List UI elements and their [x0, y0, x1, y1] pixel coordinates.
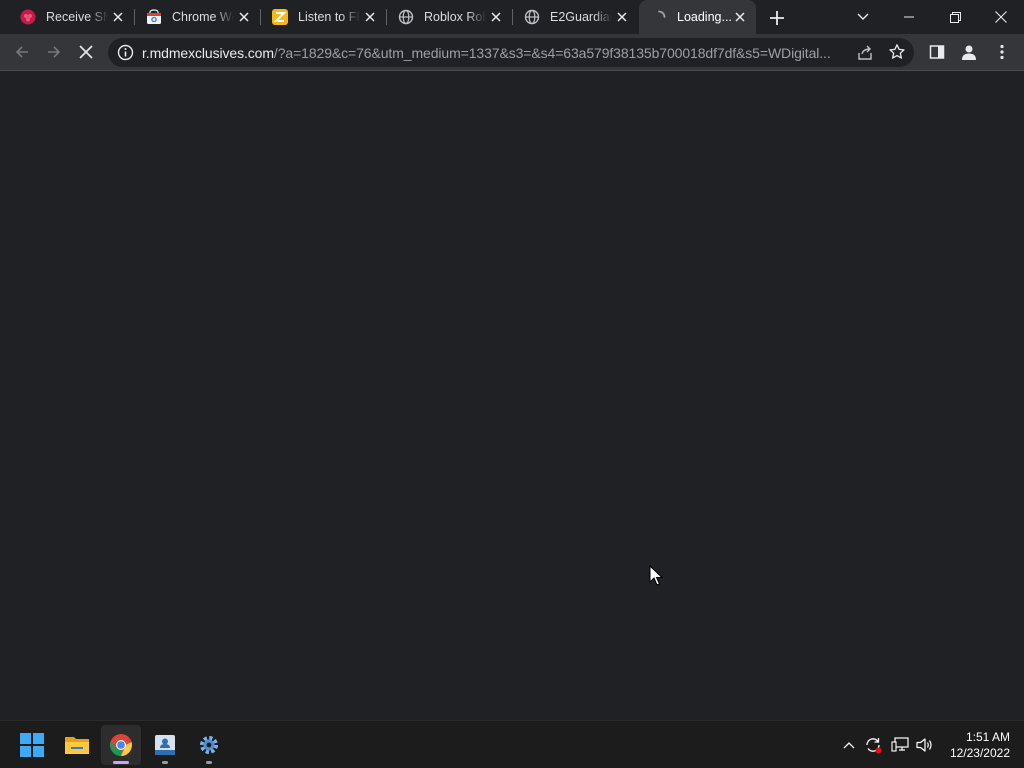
- running-indicator: [206, 761, 212, 764]
- network-button[interactable]: [890, 735, 910, 755]
- system-clock[interactable]: 1:51 AM 12/23/2022: [950, 729, 1010, 761]
- settings-button[interactable]: [189, 725, 229, 765]
- raspberry-icon: [20, 9, 36, 25]
- close-icon[interactable]: [362, 9, 378, 25]
- chrome-taskbar-button[interactable]: [101, 725, 141, 765]
- url-path: /?a=1829&c=76&utm_medium=1337&s3=&s4=63a…: [273, 45, 831, 61]
- share-icon[interactable]: [856, 44, 874, 62]
- close-icon[interactable]: [110, 9, 126, 25]
- tab-title: E2Guardian: [550, 10, 612, 24]
- windows-start-icon: [20, 733, 44, 757]
- volume-button[interactable]: [915, 735, 935, 755]
- tab-title: Roblox Robux: [424, 10, 486, 24]
- kebab-menu-icon: [1000, 44, 1004, 60]
- forward-button[interactable]: [42, 40, 66, 64]
- mouse-cursor-icon: [649, 565, 663, 586]
- chrome-icon: [109, 734, 132, 756]
- close-icon[interactable]: [732, 9, 748, 25]
- stop-loading-button[interactable]: [74, 40, 98, 64]
- running-indicator: [162, 761, 168, 764]
- side-panel-icon: [929, 45, 945, 59]
- new-tab-button[interactable]: [767, 8, 787, 28]
- profile-button[interactable]: [957, 40, 981, 64]
- id-app-button[interactable]: [145, 725, 185, 765]
- url-host: r.mdmexclusives.com: [142, 45, 274, 61]
- file-explorer-button[interactable]: [57, 725, 97, 765]
- tab-receive-sms[interactable]: Receive SMS: [8, 4, 135, 30]
- bookmark-star-icon[interactable]: [888, 43, 906, 61]
- yellow-z-icon: [272, 9, 288, 25]
- tab-search-button[interactable]: [840, 0, 886, 34]
- globe-icon: [398, 9, 414, 25]
- windows-taskbar: 1:51 AM 12/23/2022: [0, 720, 1024, 768]
- chevron-up-icon: [843, 742, 855, 749]
- page-content: [0, 71, 1024, 720]
- browser-tab-strip: Receive SMS Chrome Web Store Listen to F…: [0, 0, 1024, 34]
- tab-title: Listen to FREE: [298, 10, 360, 24]
- speaker-icon: [916, 738, 932, 752]
- back-arrow-icon: [15, 46, 28, 58]
- clock-time: 1:51 AM: [965, 730, 1010, 744]
- tab-title: Loading...: [677, 10, 732, 24]
- tab-listen-to-free[interactable]: Listen to FREE: [260, 4, 387, 30]
- show-hidden-icons-button[interactable]: [839, 735, 859, 755]
- minimize-button[interactable]: [886, 0, 932, 34]
- url-text[interactable]: r.mdmexclusives.com/?a=1829&c=76&utm_med…: [142, 45, 854, 61]
- forward-arrow-icon: [48, 46, 61, 58]
- back-button[interactable]: [10, 40, 34, 64]
- minimize-icon: [904, 16, 914, 18]
- sync-status-button[interactable]: [863, 735, 883, 755]
- tab-roblox-robux[interactable]: Roblox Robux: [386, 4, 513, 30]
- side-panel-button[interactable]: [925, 40, 949, 64]
- restore-button[interactable]: [932, 0, 978, 34]
- close-icon[interactable]: [614, 9, 630, 25]
- tab-title: Chrome Web Store: [172, 10, 234, 24]
- profile-icon: [962, 45, 976, 60]
- id-badge-icon: [155, 735, 175, 755]
- start-button[interactable]: [12, 725, 52, 765]
- gear-icon: [200, 736, 218, 754]
- info-icon[interactable]: [117, 44, 134, 61]
- stop-icon: [79, 45, 93, 59]
- close-icon[interactable]: [236, 9, 252, 25]
- globe-icon: [524, 9, 540, 25]
- chrome-web-store-icon: [146, 9, 162, 25]
- tab-e2guardian[interactable]: E2Guardian: [512, 4, 638, 30]
- sync-icon: [866, 738, 882, 754]
- folder-icon: [65, 737, 89, 754]
- chevron-down-icon: [857, 13, 869, 20]
- plus-icon: [770, 11, 784, 25]
- restore-icon: [949, 11, 961, 23]
- address-bar[interactable]: r.mdmexclusives.com/?a=1829&c=76&utm_med…: [108, 38, 914, 67]
- active-indicator: [113, 761, 129, 764]
- tab-loading[interactable]: Loading...: [639, 0, 756, 34]
- menu-button[interactable]: [990, 40, 1014, 64]
- close-icon: [995, 11, 1007, 23]
- network-icon: [891, 737, 909, 752]
- tab-chrome-web-store[interactable]: Chrome Web Store: [134, 4, 261, 30]
- close-window-button[interactable]: [978, 0, 1024, 34]
- tab-title: Receive SMS: [46, 10, 108, 24]
- clock-date: 12/23/2022: [949, 746, 1010, 760]
- close-icon[interactable]: [488, 9, 504, 25]
- browser-toolbar: r.mdmexclusives.com/?a=1829&c=76&utm_med…: [0, 34, 1024, 71]
- loading-spinner-icon: [651, 9, 667, 25]
